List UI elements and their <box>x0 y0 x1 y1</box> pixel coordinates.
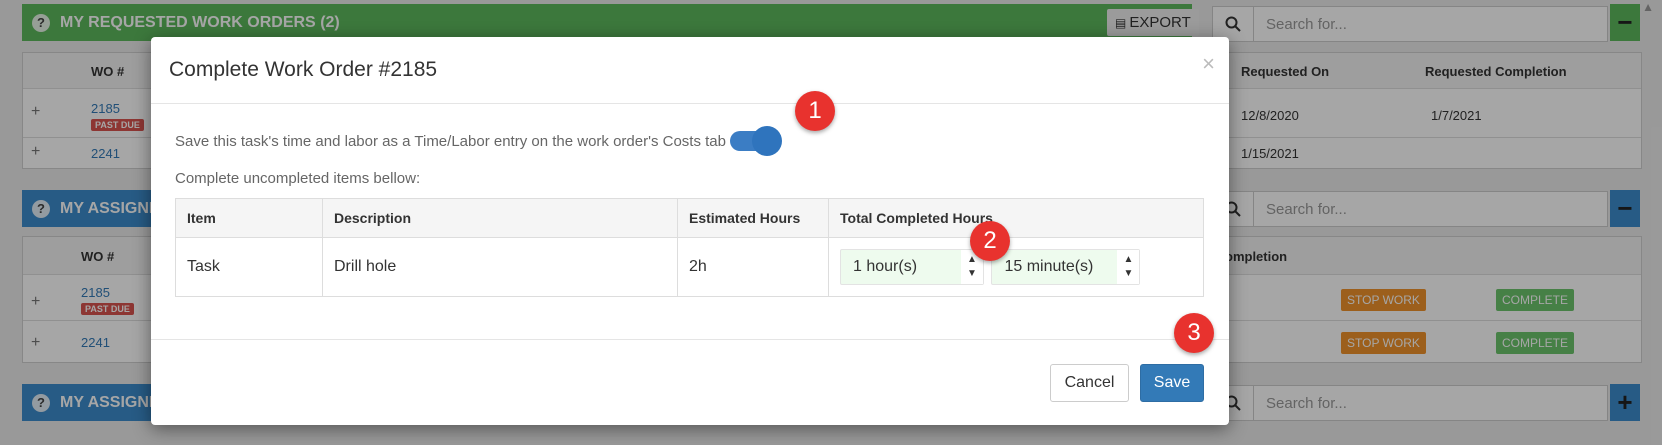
minutes-value: 15 minute(s) <box>1004 258 1094 275</box>
toggle-knob[interactable] <box>752 126 782 156</box>
decrement-icon[interactable]: ▼ <box>967 267 977 281</box>
completed-hours-cell: 1 hour(s) ▲ ▼ 15 minute(s) ▲ ▼ <box>828 237 1204 297</box>
complete-items-label: Complete uncompleted items bellow: <box>175 170 421 187</box>
close-icon[interactable]: × <box>1202 51 1215 77</box>
modal-footer: Cancel Save <box>151 339 1229 426</box>
description-cell: Drill hole <box>322 237 678 297</box>
items-table: Item Description Estimated Hours Total C… <box>175 198 1204 297</box>
estimated-cell: 2h <box>677 237 829 297</box>
save-time-row: Save this task's time and labor as a Tim… <box>175 126 782 156</box>
col-total-completed-hours: Total Completed Hours <box>828 198 1204 238</box>
col-description: Description <box>322 198 678 238</box>
annotation-marker-2: 2 <box>970 221 1010 261</box>
col-item: Item <box>175 198 323 238</box>
col-estimated-hours: Estimated Hours <box>677 198 829 238</box>
modal-header: Complete Work Order #2185 × <box>151 37 1229 104</box>
hours-value: 1 hour(s) <box>853 258 918 275</box>
complete-work-order-modal: Complete Work Order #2185 × Save this ta… <box>151 37 1229 425</box>
decrement-icon[interactable]: ▼ <box>1124 267 1134 281</box>
save-button[interactable]: Save <box>1140 364 1204 402</box>
annotation-marker-3: 3 <box>1174 313 1214 353</box>
hours-stepper[interactable]: 1 hour(s) ▲ ▼ <box>840 249 984 285</box>
save-time-toggle[interactable] <box>730 126 782 156</box>
table-row: Task Drill hole 2h 1 hour(s) ▲ ▼ 15 minut… <box>175 237 1204 297</box>
item-cell: Task <box>175 237 323 297</box>
increment-icon[interactable]: ▲ <box>1124 253 1134 267</box>
annotation-marker-1: 1 <box>795 91 835 131</box>
cancel-button[interactable]: Cancel <box>1050 364 1129 402</box>
save-time-label: Save this task's time and labor as a Tim… <box>175 132 726 150</box>
modal-title: Complete Work Order #2185 <box>169 58 438 81</box>
minutes-stepper[interactable]: 15 minute(s) ▲ ▼ <box>991 249 1141 285</box>
